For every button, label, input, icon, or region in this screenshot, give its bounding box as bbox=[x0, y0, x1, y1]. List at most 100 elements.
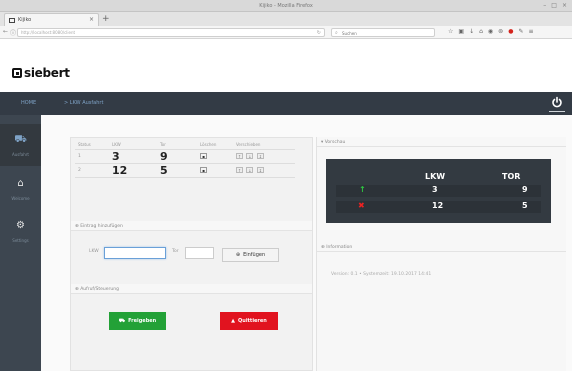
new-tab-icon[interactable]: + bbox=[102, 13, 110, 25]
star-icon[interactable]: ☆ bbox=[448, 28, 453, 35]
row-lkw: 12 bbox=[109, 163, 157, 178]
preview-heading: ▾ Vorschau bbox=[317, 137, 566, 147]
add-entry-heading-text: Eintrag hinzufügen bbox=[80, 224, 123, 229]
sidebar-item-label: Welcome bbox=[11, 196, 30, 201]
warning-icon: ▲ bbox=[231, 318, 236, 324]
app-topbar: HOME > LKW Ausfahrt bbox=[0, 92, 572, 115]
info-heading: ⊕ Information bbox=[317, 242, 566, 252]
lkw-input[interactable] bbox=[104, 247, 166, 259]
clipboard-icon[interactable]: ▣ bbox=[458, 28, 464, 35]
release-heading-text: Aufruf/Steuerung bbox=[80, 287, 119, 292]
arrow-up-icon: ↑ bbox=[359, 185, 366, 194]
navigation-bar: ← ⓘ http://localhost:8080/client ↻ ⌕ ☆ ▣… bbox=[0, 26, 572, 39]
row-tor: 5 bbox=[157, 163, 197, 178]
reload-icon[interactable]: ↻ bbox=[317, 30, 321, 36]
download-icon[interactable]: ↓ bbox=[469, 28, 474, 35]
search-input[interactable] bbox=[342, 30, 430, 36]
toolbar-icons: ☆ ▣ ↓ ⌂ ◉ ⊚ ● ✎ ≡ bbox=[448, 28, 534, 35]
row-status: 2 bbox=[75, 163, 109, 178]
move-up-icon[interactable]: ↑ bbox=[236, 152, 243, 159]
preview-heading-text: Vorschau bbox=[324, 140, 346, 145]
tab-close-icon[interactable]: × bbox=[89, 16, 94, 23]
board-row: ↑ 3 9 bbox=[336, 185, 541, 197]
table-row[interactable]: 1 3 9 ▪ ↑ ↓ ↧ bbox=[75, 149, 295, 164]
browser-titlebar: Kijiko - Mozilla Firefox – □ × bbox=[0, 0, 572, 12]
delete-icon[interactable]: ▪ bbox=[200, 152, 207, 159]
sidebar-item-label: Ausfahrt bbox=[12, 152, 29, 157]
release-heading: ⊕ Aufruf/Steuerung bbox=[71, 284, 312, 294]
tab-label: Kijiko bbox=[18, 17, 32, 23]
window-title: Kijiko - Mozilla Firefox bbox=[259, 3, 313, 9]
insert-button-label: Einfügen bbox=[243, 252, 266, 258]
board-header-tor: TOR bbox=[502, 172, 521, 181]
logo-mark-icon bbox=[12, 68, 22, 78]
row-status: 1 bbox=[75, 149, 109, 164]
search-bar[interactable]: ⌕ bbox=[331, 28, 435, 37]
url-text: http://localhost:8080/client bbox=[21, 30, 76, 35]
acknowledge-button-label: Quittieren bbox=[238, 318, 267, 324]
breadcrumb[interactable]: > LKW Ausfahrt bbox=[64, 100, 103, 106]
home-link[interactable]: HOME bbox=[21, 100, 36, 106]
info-heading-text: Information bbox=[326, 245, 353, 250]
queue-table: Status LKW Tor Löschen Verschieben 1 3 9… bbox=[75, 141, 295, 178]
release-button-label: Freigeben bbox=[128, 318, 157, 324]
board-tor: 5 bbox=[522, 201, 528, 210]
move-down-icon[interactable]: ↓ bbox=[246, 166, 254, 173]
add-entry-heading: ⊕ Eintrag hinzufügen bbox=[71, 221, 312, 231]
extension-icon[interactable]: ✎ bbox=[518, 28, 523, 35]
release-button[interactable]: ⛟ Freigeben bbox=[109, 312, 166, 330]
truck-icon: ⛟ bbox=[118, 317, 126, 324]
insert-button[interactable]: ⊕ Einfügen bbox=[222, 248, 279, 262]
move-bottom-icon[interactable]: ↧ bbox=[256, 166, 264, 173]
home-icon: ⌂ bbox=[17, 178, 24, 189]
close-icon[interactable]: × bbox=[562, 2, 567, 9]
minimize-icon[interactable]: – bbox=[543, 2, 546, 9]
back-icon[interactable]: ← bbox=[3, 28, 8, 35]
col-tor: Tor bbox=[157, 141, 197, 150]
siebert-logo: siebert bbox=[12, 66, 70, 80]
sidebar-item-welcome[interactable]: ⌂ Welcome bbox=[0, 168, 41, 210]
preview-board: LKW TOR ↑ 3 9 ✖ 12 5 bbox=[326, 159, 551, 223]
browser-tab[interactable]: Kijiko × bbox=[4, 13, 99, 26]
row-tor: 9 bbox=[157, 149, 197, 164]
window-controls: – □ × bbox=[543, 2, 567, 9]
version-info: Version: 0.1 • Systemzeit: 19.10.2017 14… bbox=[331, 272, 432, 277]
cross-icon: ✖ bbox=[358, 201, 365, 210]
delete-icon[interactable]: ▪ bbox=[200, 166, 207, 173]
tab-bar: Kijiko × + bbox=[0, 12, 572, 26]
gears-icon: ⚙ bbox=[16, 220, 25, 231]
board-lkw: 3 bbox=[432, 185, 438, 194]
board-header-lkw: LKW bbox=[425, 172, 446, 181]
sidebar-item-ausfahrt[interactable]: ⛟ Ausfahrt bbox=[0, 124, 41, 166]
shield-icon[interactable]: ● bbox=[508, 28, 513, 35]
table-row[interactable]: 2 12 5 ▪ ↑ ↓ ↧ bbox=[75, 163, 295, 178]
url-bar[interactable]: http://localhost:8080/client ↻ bbox=[17, 28, 325, 37]
power-underline bbox=[549, 111, 565, 112]
plus-circle-icon: ⊕ bbox=[235, 252, 241, 258]
move-bottom-icon[interactable]: ↧ bbox=[256, 152, 264, 159]
lkw-field-label: LKW bbox=[89, 249, 99, 254]
maximize-icon[interactable]: □ bbox=[551, 2, 557, 9]
home-button-icon[interactable]: ⌂ bbox=[479, 28, 483, 35]
sidebar-item-settings[interactable]: ⚙ Settings bbox=[0, 210, 41, 252]
search-icon: ⌕ bbox=[335, 30, 338, 36]
board-tor: 9 bbox=[522, 185, 528, 194]
acknowledge-button[interactable]: ▲ Quittieren bbox=[220, 312, 278, 330]
sync-icon[interactable]: ⊚ bbox=[498, 28, 503, 35]
col-status: Status bbox=[75, 141, 109, 150]
logo-area: siebert bbox=[0, 40, 572, 92]
menu-icon[interactable]: ≡ bbox=[528, 28, 533, 35]
info-icon[interactable]: ⓘ bbox=[10, 28, 16, 37]
row-lkw: 3 bbox=[109, 149, 157, 164]
col-move: Verschieben bbox=[233, 141, 295, 150]
sidebar: ⛟ Ausfahrt ⌂ Welcome ⚙ Settings bbox=[0, 115, 41, 371]
move-up-icon[interactable]: ↑ bbox=[236, 166, 243, 173]
power-icon[interactable] bbox=[551, 96, 563, 108]
tor-input[interactable] bbox=[185, 247, 214, 259]
col-lkw: LKW bbox=[109, 141, 157, 150]
truck-icon: ⛟ bbox=[14, 134, 27, 145]
pocket-icon[interactable]: ◉ bbox=[488, 28, 493, 35]
logo-text: siebert bbox=[24, 66, 70, 80]
tor-field-label: Tor bbox=[172, 249, 179, 254]
move-down-icon[interactable]: ↓ bbox=[246, 152, 254, 159]
